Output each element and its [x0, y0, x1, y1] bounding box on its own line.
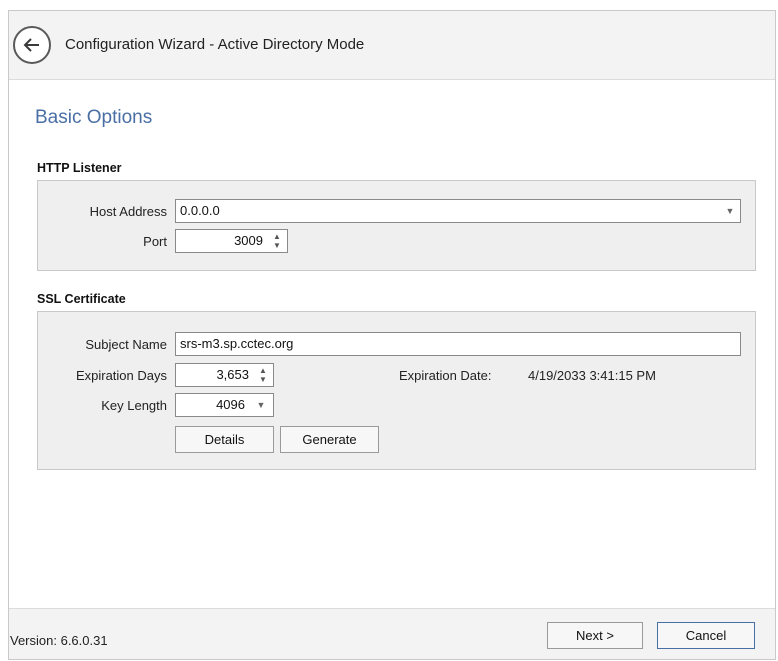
host-address-value: 0.0.0.0 [180, 203, 220, 218]
details-button[interactable]: Details [175, 426, 274, 453]
http-listener-group: Host Address 0.0.0.0 ▼ Port 3009 ▲ ▼ [37, 180, 756, 271]
key-length-label: Key Length [101, 398, 167, 413]
page-title: Basic Options [35, 107, 153, 128]
expiration-days-stepper[interactable]: 3,653 ▲ ▼ [175, 363, 274, 387]
subject-name-label: Subject Name [85, 337, 167, 352]
spin-down-icon[interactable]: ▼ [257, 375, 269, 384]
port-value: 3009 [234, 233, 263, 248]
chevron-down-icon[interactable]: ▼ [253, 394, 269, 416]
ssl-certificate-label: SSL Certificate [37, 292, 126, 306]
back-button[interactable] [13, 26, 51, 64]
arrow-left-circle-icon [23, 38, 39, 52]
key-length-value: 4096 [216, 397, 245, 412]
generate-button[interactable]: Generate [280, 426, 379, 453]
http-listener-label: HTTP Listener [37, 161, 122, 175]
spin-up-down-icon[interactable]: ▲ ▼ [257, 366, 269, 384]
wizard-window: Configuration Wizard - Active Directory … [8, 10, 776, 660]
window-title: Configuration Wizard - Active Directory … [65, 36, 365, 53]
spin-up-icon[interactable]: ▲ [257, 366, 269, 375]
host-address-dropdown[interactable]: 0.0.0.0 ▼ [175, 199, 741, 223]
version-label: Version: 6.6.0.31 [10, 633, 108, 648]
cancel-button[interactable]: Cancel [657, 622, 755, 649]
expiration-date-value: 4/19/2033 3:41:15 PM [528, 368, 656, 383]
next-button[interactable]: Next > [547, 622, 643, 649]
port-label: Port [143, 234, 167, 249]
title-bar: Configuration Wizard - Active Directory … [9, 11, 775, 80]
key-length-dropdown[interactable]: 4096 ▼ [175, 393, 274, 417]
subject-name-input[interactable]: srs-m3.sp.cctec.org [175, 332, 741, 356]
ssl-certificate-group: Subject Name srs-m3.sp.cctec.org Expirat… [37, 311, 756, 470]
host-address-label: Host Address [89, 204, 167, 219]
expiration-days-label: Expiration Days [75, 368, 167, 383]
spin-down-icon[interactable]: ▼ [271, 241, 283, 250]
expiration-date-label: Expiration Date: [399, 368, 492, 383]
spin-up-icon[interactable]: ▲ [271, 232, 283, 241]
wizard-footer: Version: 6.6.0.31 Next > Cancel [9, 608, 775, 659]
port-stepper[interactable]: 3009 ▲ ▼ [175, 229, 288, 253]
expiration-days-value: 3,653 [216, 367, 249, 382]
spin-up-down-icon[interactable]: ▲ ▼ [271, 232, 283, 250]
chevron-down-icon[interactable]: ▼ [722, 200, 738, 222]
subject-name-value: srs-m3.sp.cctec.org [180, 336, 294, 351]
